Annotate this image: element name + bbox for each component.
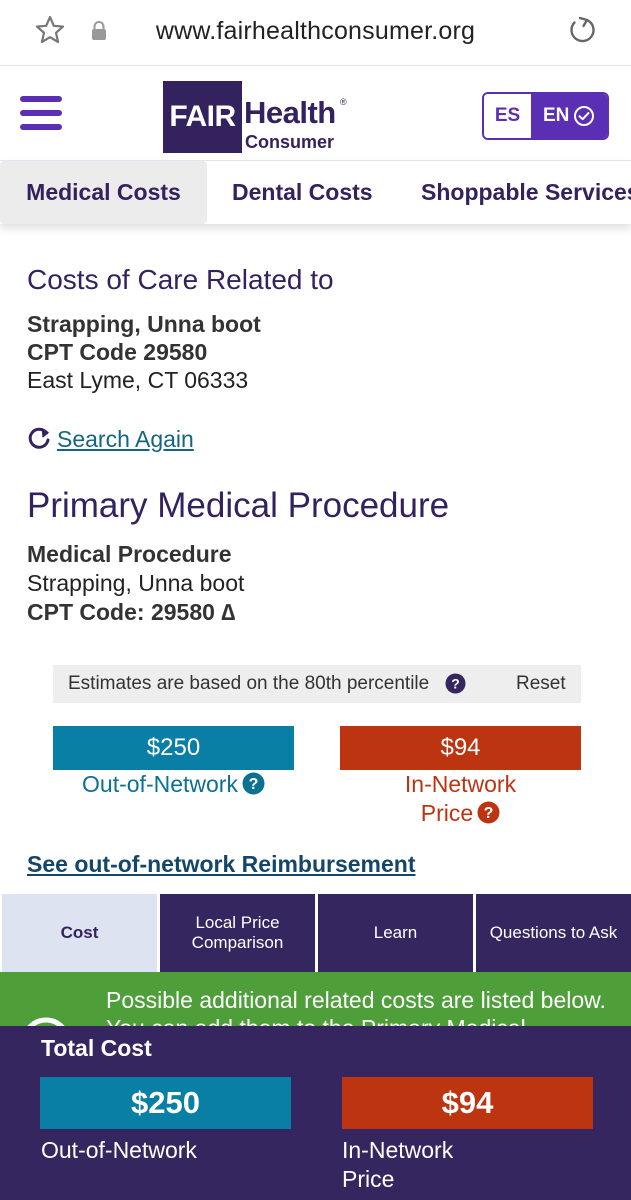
tab-questions-to-ask[interactable]: Questions to Ask — [476, 894, 631, 972]
reset-button[interactable]: Reset — [516, 673, 566, 695]
lang-es-button[interactable]: ES — [484, 94, 531, 138]
out-of-network-label: Out-of-Network? — [53, 770, 294, 799]
additional-costs-banner: Possible additional related costs are li… — [0, 972, 631, 1032]
location: East Lyme, CT 06333 — [27, 367, 249, 393]
svg-text:?: ? — [249, 776, 259, 793]
total-out-of-network-price: $250 — [40, 1077, 291, 1129]
primary-cpt-code: CPT Code: 29580 ∆ — [27, 599, 236, 625]
search-again-label: Search Again — [57, 426, 194, 452]
help-icon[interactable]: ? — [242, 772, 265, 795]
result-tabs: Cost Local Price Comparison Learn Questi… — [0, 894, 631, 972]
lang-en-button[interactable]: EN — [531, 94, 607, 138]
total-in-network-price: $94 — [342, 1077, 593, 1129]
total-out-of-network-label: Out-of-Network — [41, 1137, 197, 1163]
in-network-price: $94 — [340, 726, 581, 770]
svg-text:?: ? — [484, 805, 494, 822]
out-of-network-price: $250 — [53, 726, 294, 770]
total-cost-panel: Total Cost $250 $94 Out-of-Network In-Ne… — [0, 1026, 631, 1200]
medical-procedure-label: Medical Procedure — [27, 541, 232, 567]
primary-procedure-heading: Primary Medical Procedure — [27, 486, 450, 525]
help-icon[interactable]: ? — [477, 801, 500, 824]
tab-shoppable-services[interactable]: Shoppable Services — [421, 161, 631, 224]
tab-cost[interactable]: Cost — [2, 894, 157, 972]
in-network-label: In-Network Price? — [340, 770, 581, 828]
reimbursement-link[interactable]: See out-of-network Reimbursement — [27, 851, 416, 878]
logo-consumer: Consumer — [245, 132, 335, 152]
percentile-text: Estimates are based on the 80th percenti… — [68, 673, 430, 694]
refresh-icon — [28, 427, 50, 449]
in-network-text: In-Network — [404, 771, 517, 797]
tab-learn[interactable]: Learn — [318, 894, 473, 972]
logo-health: Health — [244, 95, 336, 130]
reload-icon[interactable] — [566, 14, 598, 46]
lang-en-label: EN — [543, 105, 570, 126]
browser-url-bar: www.fairhealthconsumer.org — [0, 0, 631, 66]
tab-medical-costs[interactable]: Medical Costs — [0, 161, 207, 224]
cpt-code: CPT Code 29580 — [27, 339, 208, 365]
percentile-bar: Estimates are based on the 80th percenti… — [53, 665, 581, 703]
menu-icon[interactable] — [20, 96, 62, 134]
svg-text:?: ? — [451, 676, 460, 692]
in-network-price-text: Price — [420, 800, 474, 826]
procedure-name: Strapping, Unna boot — [27, 311, 261, 337]
site-header: FAIR Health ® Consumer ES EN — [0, 66, 631, 162]
costs-heading: Costs of Care Related to — [27, 264, 334, 295]
tab-dental-costs[interactable]: Dental Costs — [232, 161, 373, 224]
fairhealth-logo[interactable]: FAIR Health ® Consumer — [163, 81, 353, 153]
logo-fair: FAIR — [163, 81, 242, 153]
primary-procedure-name: Strapping, Unna boot — [27, 570, 245, 596]
total-cost-title: Total Cost — [41, 1035, 152, 1061]
total-in-network-label: In-Network Price — [342, 1137, 454, 1192]
logo-registered: ® — [340, 97, 347, 107]
help-icon[interactable]: ? — [445, 673, 466, 694]
category-tabs: Medical Costs Dental Costs Shoppable Ser… — [0, 160, 631, 224]
url-text[interactable]: www.fairhealthconsumer.org — [0, 17, 631, 46]
check-circle-icon — [574, 106, 594, 126]
tab-local-price-comparison[interactable]: Local Price Comparison — [160, 894, 315, 972]
out-of-network-text: Out-of-Network — [82, 771, 238, 797]
language-toggle: ES EN — [482, 92, 609, 140]
